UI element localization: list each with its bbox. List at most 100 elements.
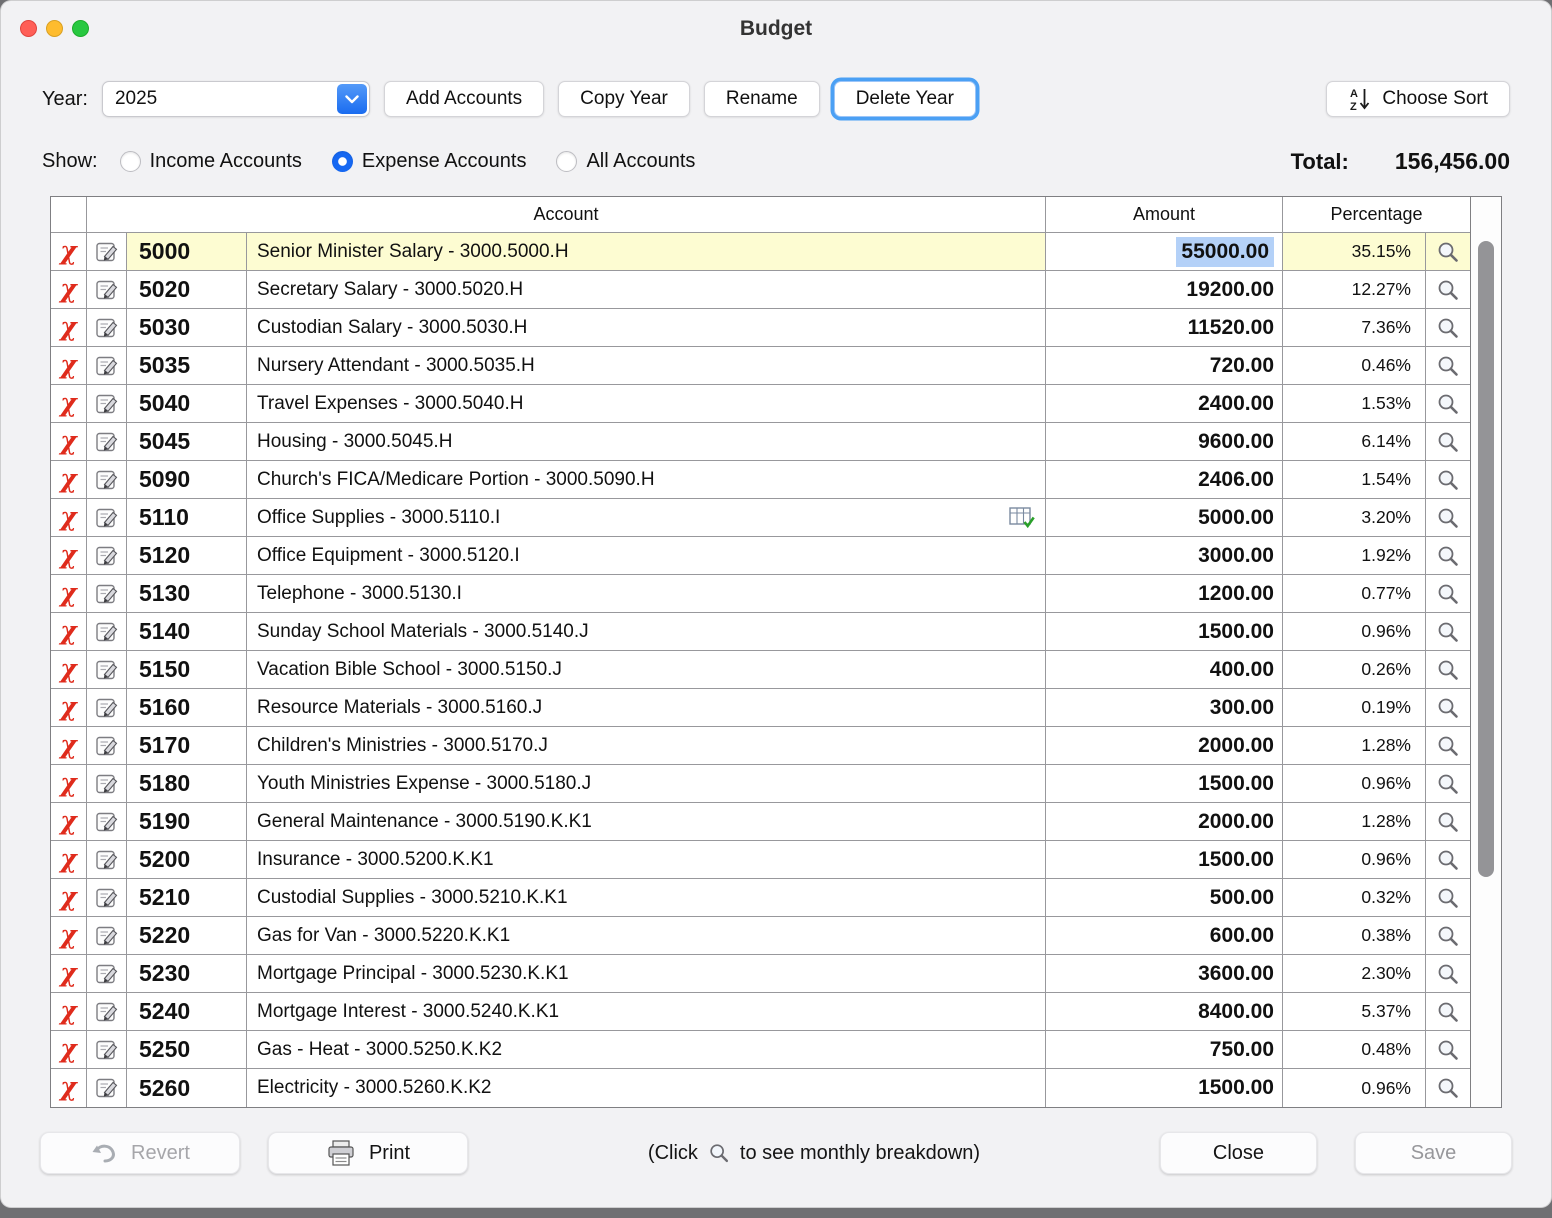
copy-year-button[interactable]: Copy Year bbox=[558, 81, 690, 117]
amount-cell[interactable]: 5000.00 bbox=[1046, 499, 1283, 537]
delete-account-button[interactable]: χ bbox=[51, 461, 87, 499]
monthly-breakdown-button[interactable] bbox=[1426, 841, 1470, 879]
amount-cell[interactable]: 1200.00 bbox=[1046, 575, 1283, 613]
edit-account-button[interactable] bbox=[87, 461, 127, 499]
delete-account-button[interactable]: χ bbox=[51, 765, 87, 803]
edit-account-button[interactable] bbox=[87, 499, 127, 537]
monthly-breakdown-button[interactable] bbox=[1426, 423, 1470, 461]
amount-cell[interactable]: 8400.00 bbox=[1046, 993, 1283, 1031]
year-select[interactable]: 2025 bbox=[102, 81, 370, 117]
account-name-cell[interactable]: Resource Materials - 3000.5160.J bbox=[247, 689, 1046, 727]
edit-account-button[interactable] bbox=[87, 271, 127, 309]
delete-account-button[interactable]: χ bbox=[51, 1069, 87, 1107]
amount-cell[interactable]: 500.00 bbox=[1046, 879, 1283, 917]
radio-expense-accounts[interactable]: Expense Accounts bbox=[332, 150, 527, 173]
account-name-cell[interactable]: Custodian Salary - 3000.5030.H bbox=[247, 309, 1046, 347]
amount-cell[interactable]: 600.00 bbox=[1046, 917, 1283, 955]
account-name-cell[interactable]: Secretary Salary - 3000.5020.H bbox=[247, 271, 1046, 309]
account-name-cell[interactable]: Insurance - 3000.5200.K.K1 bbox=[247, 841, 1046, 879]
delete-account-button[interactable]: χ bbox=[51, 575, 87, 613]
amount-cell[interactable]: 55000.00 bbox=[1046, 233, 1283, 271]
amount-cell[interactable]: 1500.00 bbox=[1046, 841, 1283, 879]
monthly-breakdown-button[interactable] bbox=[1426, 499, 1470, 537]
monthly-breakdown-button[interactable] bbox=[1426, 461, 1470, 499]
amount-cell[interactable]: 300.00 bbox=[1046, 689, 1283, 727]
monthly-breakdown-button[interactable] bbox=[1426, 993, 1470, 1031]
amount-cell[interactable]: 2400.00 bbox=[1046, 385, 1283, 423]
delete-account-button[interactable]: χ bbox=[51, 537, 87, 575]
amount-cell[interactable]: 2406.00 bbox=[1046, 461, 1283, 499]
account-name-cell[interactable]: Custodial Supplies - 3000.5210.K.K1 bbox=[247, 879, 1046, 917]
delete-account-button[interactable]: χ bbox=[51, 385, 87, 423]
print-button[interactable]: Print bbox=[268, 1132, 468, 1174]
account-name-cell[interactable]: Gas - Heat - 3000.5250.K.K2 bbox=[247, 1031, 1046, 1069]
account-name-cell[interactable]: Office Equipment - 3000.5120.I bbox=[247, 537, 1046, 575]
zoom-window-button[interactable] bbox=[72, 20, 89, 37]
monthly-breakdown-button[interactable] bbox=[1426, 233, 1470, 271]
account-name-cell[interactable]: General Maintenance - 3000.5190.K.K1 bbox=[247, 803, 1046, 841]
account-name-cell[interactable]: Mortgage Principal - 3000.5230.K.K1 bbox=[247, 955, 1046, 993]
amount-cell[interactable]: 750.00 bbox=[1046, 1031, 1283, 1069]
amount-cell[interactable]: 3000.00 bbox=[1046, 537, 1283, 575]
add-accounts-button[interactable]: Add Accounts bbox=[384, 81, 544, 117]
edit-account-button[interactable] bbox=[87, 575, 127, 613]
monthly-breakdown-button[interactable] bbox=[1426, 917, 1470, 955]
monthly-breakdown-button[interactable] bbox=[1426, 271, 1470, 309]
edit-account-button[interactable] bbox=[87, 955, 127, 993]
account-name-cell[interactable]: Sunday School Materials - 3000.5140.J bbox=[247, 613, 1046, 651]
monthly-breakdown-button[interactable] bbox=[1426, 1031, 1470, 1069]
delete-account-button[interactable]: χ bbox=[51, 879, 87, 917]
delete-account-button[interactable]: χ bbox=[51, 613, 87, 651]
amount-cell[interactable]: 11520.00 bbox=[1046, 309, 1283, 347]
edit-account-button[interactable] bbox=[87, 1031, 127, 1069]
edit-account-button[interactable] bbox=[87, 689, 127, 727]
delete-account-button[interactable]: χ bbox=[51, 309, 87, 347]
monthly-breakdown-button[interactable] bbox=[1426, 765, 1470, 803]
edit-account-button[interactable] bbox=[87, 879, 127, 917]
monthly-breakdown-button[interactable] bbox=[1426, 309, 1470, 347]
revert-button[interactable]: Revert bbox=[40, 1132, 240, 1174]
account-name-cell[interactable]: Nursery Attendant - 3000.5035.H bbox=[247, 347, 1046, 385]
monthly-breakdown-button[interactable] bbox=[1426, 1069, 1470, 1107]
vertical-scrollbar[interactable] bbox=[1470, 197, 1501, 1107]
amount-cell[interactable]: 400.00 bbox=[1046, 651, 1283, 689]
delete-account-button[interactable]: χ bbox=[51, 1031, 87, 1069]
close-window-button[interactable] bbox=[20, 20, 37, 37]
monthly-breakdown-button[interactable] bbox=[1426, 385, 1470, 423]
edit-account-button[interactable] bbox=[87, 537, 127, 575]
delete-account-button[interactable]: χ bbox=[51, 955, 87, 993]
edit-account-button[interactable] bbox=[87, 309, 127, 347]
delete-account-button[interactable]: χ bbox=[51, 499, 87, 537]
amount-cell[interactable]: 2000.00 bbox=[1046, 803, 1283, 841]
radio-all-accounts[interactable]: All Accounts bbox=[556, 150, 695, 173]
choose-sort-button[interactable]: A Z Choose Sort bbox=[1326, 81, 1510, 117]
delete-account-button[interactable]: χ bbox=[51, 993, 87, 1031]
delete-account-button[interactable]: χ bbox=[51, 689, 87, 727]
monthly-breakdown-button[interactable] bbox=[1426, 689, 1470, 727]
monthly-breakdown-button[interactable] bbox=[1426, 575, 1470, 613]
account-name-cell[interactable]: Senior Minister Salary - 3000.5000.H bbox=[247, 233, 1046, 271]
edit-account-button[interactable] bbox=[87, 765, 127, 803]
amount-cell[interactable]: 1500.00 bbox=[1046, 1069, 1283, 1107]
delete-year-button[interactable]: Delete Year bbox=[834, 81, 976, 117]
rename-button[interactable]: Rename bbox=[704, 81, 820, 117]
edit-account-button[interactable] bbox=[87, 1069, 127, 1107]
account-name-cell[interactable]: Telephone - 3000.5130.I bbox=[247, 575, 1046, 613]
edit-account-button[interactable] bbox=[87, 651, 127, 689]
monthly-breakdown-button[interactable] bbox=[1426, 803, 1470, 841]
edit-account-button[interactable] bbox=[87, 803, 127, 841]
account-name-cell[interactable]: Electricity - 3000.5260.K.K2 bbox=[247, 1069, 1046, 1107]
radio-income-accounts[interactable]: Income Accounts bbox=[120, 150, 302, 173]
minimize-window-button[interactable] bbox=[46, 20, 63, 37]
delete-account-button[interactable]: χ bbox=[51, 917, 87, 955]
monthly-breakdown-button[interactable] bbox=[1426, 955, 1470, 993]
amount-cell[interactable]: 1500.00 bbox=[1046, 765, 1283, 803]
edit-account-button[interactable] bbox=[87, 613, 127, 651]
account-name-cell[interactable]: Office Supplies - 3000.5110.I bbox=[247, 499, 1046, 537]
delete-account-button[interactable]: χ bbox=[51, 423, 87, 461]
account-name-cell[interactable]: Gas for Van - 3000.5220.K.K1 bbox=[247, 917, 1046, 955]
delete-account-button[interactable]: χ bbox=[51, 271, 87, 309]
monthly-breakdown-button[interactable] bbox=[1426, 727, 1470, 765]
edit-account-button[interactable] bbox=[87, 385, 127, 423]
account-name-cell[interactable]: Youth Ministries Expense - 3000.5180.J bbox=[247, 765, 1046, 803]
